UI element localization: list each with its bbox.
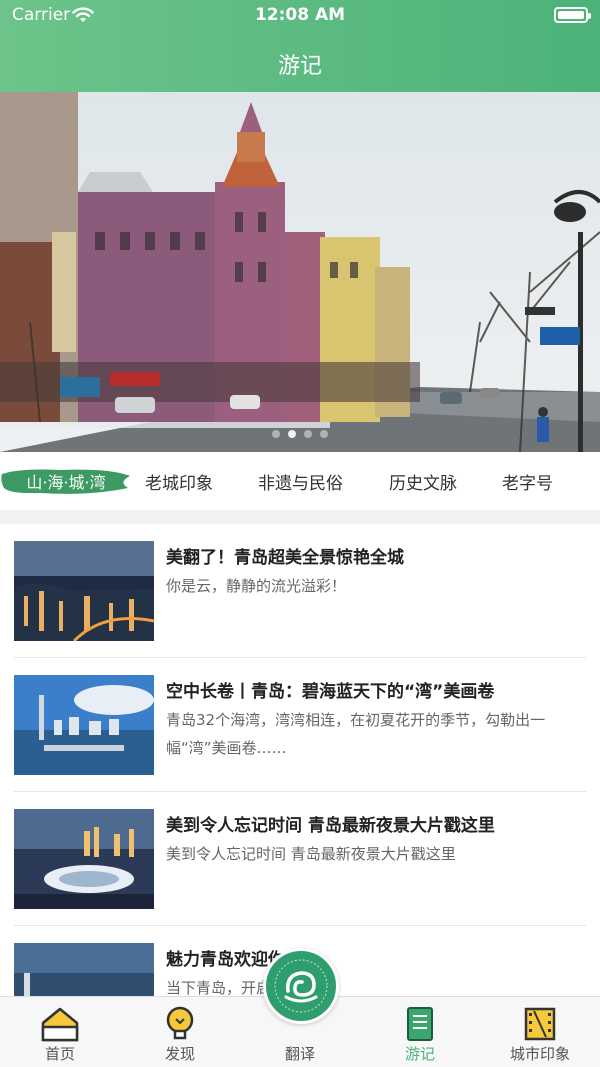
tab-discover[interactable]: 发现: [120, 997, 240, 1067]
article-title: 美翻了！青岛超美全景惊艳全城: [166, 548, 404, 568]
notebook-icon: [407, 1007, 433, 1041]
article-desc: 你是云，静静的流光溢彩！: [166, 577, 347, 595]
tab-label: 翻译: [284, 1045, 315, 1063]
article-thumbnail: [14, 541, 154, 641]
article-title: 空中长卷丨青岛：碧海蓝天下的“湾”美画卷: [166, 682, 495, 702]
article-title: 美到令人忘记时间 青岛最新夜景大片戳这里: [166, 816, 495, 836]
list-item[interactable]: 空中长卷丨青岛：碧海蓝天下的“湾”美画卷 青岛32个海湾，湾湾相连，在初夏花开的…: [14, 658, 586, 792]
article-thumbnail: [14, 809, 154, 909]
tab-city-impression[interactable]: 城市印象: [480, 997, 600, 1067]
tab-label: 山·海·城·湾: [26, 473, 106, 492]
tab-old-brands[interactable]: 老字号: [502, 469, 553, 494]
tab-history[interactable]: 历史文脉: [389, 469, 457, 494]
home-icon: [41, 1007, 79, 1042]
tab-shan-hai-cheng-wan[interactable]: 山·海·城·湾: [0, 466, 132, 496]
article-title: 魅力青岛欢迎你: [166, 950, 285, 970]
tab-label: 游记: [404, 1045, 435, 1063]
carousel-dots: [0, 430, 600, 438]
banner-image: [0, 92, 600, 452]
carousel-dot[interactable]: [272, 430, 280, 438]
tab-travel-notes[interactable]: 游记: [360, 997, 480, 1067]
battery-icon: [554, 7, 591, 23]
page-title: 游记: [277, 54, 322, 79]
tab-label: 首页: [44, 1045, 75, 1063]
tab-home[interactable]: 首页: [0, 997, 120, 1067]
header: Carrier 12:08 AM 游记: [0, 0, 600, 92]
tab-old-city[interactable]: 老城印象: [145, 469, 213, 494]
article-desc: 美到令人忘记时间 青岛最新夜景大片戳这里: [166, 845, 456, 863]
article-desc: 青岛32个海湾，湾湾相连，在初夏花开的季节，勾勒出一幅“湾”美画卷……: [166, 711, 546, 757]
banner-carousel[interactable]: [0, 92, 600, 452]
section-divider: [0, 510, 600, 524]
film-icon: [524, 1007, 556, 1041]
tab-heritage-folk[interactable]: 非遗与民俗: [258, 469, 343, 494]
article-thumbnail: [14, 675, 154, 775]
status-time: 12:08 AM: [254, 5, 346, 25]
translate-logo-icon: [274, 959, 328, 1013]
carousel-dot[interactable]: [304, 430, 312, 438]
status-bar: Carrier 12:08 AM: [0, 0, 600, 30]
list-item[interactable]: 美翻了！青岛超美全景惊艳全城 你是云，静静的流光溢彩！: [14, 524, 586, 658]
lightbulb-icon: [166, 1006, 194, 1040]
category-tabs: 山·海·城·湾 老城印象 非遗与民俗 历史文脉 老字号: [0, 452, 600, 510]
carousel-dot[interactable]: [320, 430, 328, 438]
translate-fab[interactable]: [263, 948, 339, 1024]
tab-label: 发现: [164, 1045, 195, 1063]
tab-label: 城市印象: [509, 1045, 570, 1063]
list-item[interactable]: 美到令人忘记时间 青岛最新夜景大片戳这里 美到令人忘记时间 青岛最新夜景大片戳这…: [14, 792, 586, 926]
carousel-dot[interactable]: [288, 430, 296, 438]
